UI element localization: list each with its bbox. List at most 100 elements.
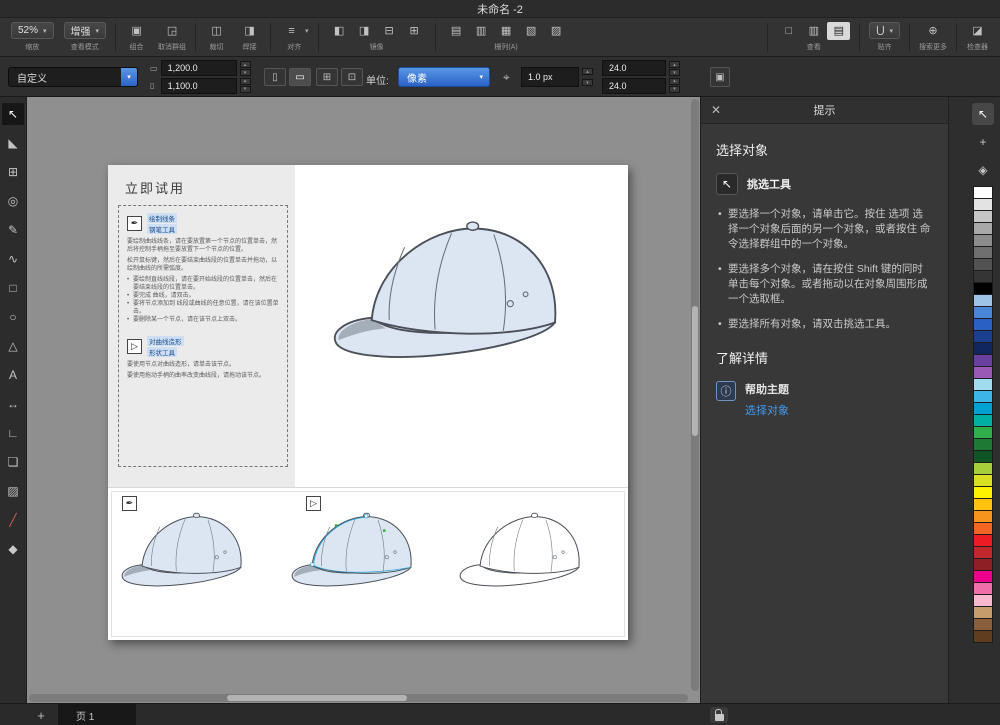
cap-artwork-area: [295, 165, 628, 487]
stepper-down[interactable]: ▾: [669, 85, 680, 93]
search-more-button[interactable]: ⊕: [922, 22, 945, 40]
shape-tool-icon[interactable]: ◣: [2, 132, 24, 154]
align-label: 对齐: [287, 44, 302, 51]
arrange-button-4[interactable]: ▧: [520, 22, 543, 40]
toolbar-separator: [767, 23, 769, 52]
arrange-button-2[interactable]: ▥: [470, 22, 493, 40]
mirror-button-4[interactable]: ⊞: [403, 22, 426, 40]
page-height-field[interactable]: 1,100.0: [160, 78, 237, 94]
arrange-label: 栅列(A): [494, 44, 518, 51]
search-more-group: ⊕ 搜索更多: [919, 21, 947, 52]
ellipse-tool-icon[interactable]: ○: [2, 306, 24, 328]
page-preset-select[interactable]: 自定义 ▾: [8, 67, 138, 87]
units-select[interactable]: 像素 ▾: [398, 67, 490, 87]
help-topic-label: 帮助主题: [745, 384, 789, 396]
ungroup-button[interactable]: ◲: [161, 22, 184, 40]
document-page[interactable]: 立即试用 ✒ 绘制线条 钢笔工具 要绘制曲线线条，请在要放置第一个节点的位置单击: [108, 165, 628, 640]
align-button[interactable]: ≡: [280, 22, 303, 40]
arrange-buttons: ▤ ▥ ▦ ▧ ▨: [445, 21, 568, 40]
arrange-button-1[interactable]: ▤: [445, 22, 468, 40]
page-border-button[interactable]: ▣: [710, 67, 730, 87]
palette-swatch[interactable]: [973, 630, 993, 643]
select-objects-link[interactable]: 选择对象: [745, 402, 789, 418]
close-icon[interactable]: ✕: [711, 103, 727, 117]
polygon-tool-icon[interactable]: △: [2, 335, 24, 357]
view-button-1[interactable]: □: [777, 22, 800, 40]
horizontal-scrollbar[interactable]: [29, 694, 688, 702]
current-page-button[interactable]: ⊡: [341, 68, 363, 86]
stepper-down[interactable]: ▾: [239, 69, 251, 77]
page-tab[interactable]: 页 1: [58, 704, 136, 725]
inspector-icon: ◪: [972, 25, 983, 37]
zoom-tool-icon[interactable]: ◎: [2, 190, 24, 212]
status-bar: + 页 1: [0, 703, 1000, 725]
crop-tool-icon[interactable]: ⊞: [2, 161, 24, 183]
docker-tabs: ↖ + ◈: [972, 103, 994, 181]
toolbar-separator: [909, 23, 910, 52]
stepper-down[interactable]: ▾: [239, 85, 251, 93]
all-pages-button[interactable]: ⊞: [316, 68, 338, 86]
connector-tool-icon[interactable]: ∟: [2, 422, 24, 444]
vertical-scrollbar[interactable]: [691, 99, 699, 691]
hints-bullets: 要选择一个对象，请单击它。按住 选项 选择一个对象后面的另一个对象，或者按住 命…: [716, 207, 933, 332]
nudge-field[interactable]: 1.0 px: [521, 67, 579, 87]
mirror-button-2[interactable]: ◨: [353, 22, 376, 40]
hint-bullet: 要选择一个对象，请单击它。按住 选项 选择一个对象后面的另一个对象，或者按住 命…: [716, 207, 933, 252]
hints-docker-icon[interactable]: ↖: [972, 103, 994, 125]
lock-button[interactable]: [710, 707, 728, 723]
stepper-down[interactable]: ▾: [582, 79, 593, 86]
magnet-icon: ⋃: [876, 25, 885, 36]
tutorial-text-line: 要绘制曲线线条，请在要放置第一个节点的位置单击，然后将控制手柄拖至要放置下一个节…: [127, 239, 278, 253]
text-tool-icon[interactable]: A: [2, 364, 24, 386]
trim-button[interactable]: ◫: [205, 22, 228, 40]
property-bar: 自定义 ▾ ▭ ▯ 1,200.0 1,100.0 ▴ ▾ ▴ ▾ ▯ ▭ ⊞ ⊡…: [0, 57, 1000, 97]
hint-bullet: 要选择多个对象，请在按住 Shift 键的同时单击每个对象。或者拖动以在对象周围…: [716, 262, 933, 307]
scrollbar-thumb[interactable]: [692, 306, 698, 437]
mirror-button-1[interactable]: ◧: [328, 22, 351, 40]
rectangle-tool-icon[interactable]: □: [2, 277, 24, 299]
combine-button[interactable]: ▣: [125, 22, 148, 40]
toolbar-separator: [956, 23, 957, 52]
weld-button[interactable]: ◨: [238, 22, 261, 40]
inspector-button[interactable]: ◪: [966, 22, 989, 40]
zoom-level-value: 52%: [18, 25, 39, 36]
page-width-field[interactable]: 1,200.0: [160, 60, 237, 76]
view-button-3[interactable]: ▤: [827, 21, 851, 40]
shadow-tool-icon[interactable]: ❏: [2, 451, 24, 473]
mirror-label: 镜像: [369, 44, 384, 51]
stepper-up[interactable]: ▴: [669, 61, 680, 68]
styles-docker-icon[interactable]: ◈: [972, 159, 994, 181]
eyedropper-tool-icon[interactable]: ╱: [2, 509, 24, 531]
nudge-block: 1.0 px ▴ ▾: [521, 67, 593, 87]
transform-docker-icon[interactable]: +: [972, 131, 994, 153]
stepper-up[interactable]: ▴: [239, 77, 251, 85]
add-page-button[interactable]: +: [32, 706, 50, 724]
duplicate-x-field[interactable]: 24.0: [602, 60, 666, 76]
mirror-button-3[interactable]: ⊟: [378, 22, 401, 40]
duplicate-y-field[interactable]: 24.0: [602, 78, 666, 94]
scrollbar-thumb[interactable]: [226, 695, 407, 701]
artistic-media-tool-icon[interactable]: ∿: [2, 248, 24, 270]
mirror-group: ◧ ◨ ⊟ ⊞ 镜像: [328, 21, 426, 52]
portrait-button[interactable]: ▯: [264, 68, 286, 86]
zoom-level-select[interactable]: 52% ▾: [11, 22, 54, 39]
landscape-button[interactable]: ▭: [289, 68, 311, 86]
stepper-down[interactable]: ▾: [669, 69, 680, 77]
curve-tool-icon[interactable]: ✎: [2, 219, 24, 241]
arrange-button-5[interactable]: ▨: [545, 22, 568, 40]
stepper-up[interactable]: ▴: [582, 68, 593, 75]
transparency-tool-icon[interactable]: ▨: [2, 480, 24, 502]
arrange-button-3[interactable]: ▦: [495, 22, 518, 40]
dimension-tool-icon[interactable]: ↔: [2, 393, 24, 415]
pick-tool-icon[interactable]: ↖: [2, 103, 24, 125]
view-button-2[interactable]: ▥: [802, 22, 825, 40]
tutorial-title: 立即试用: [125, 181, 186, 196]
canvas-area[interactable]: 立即试用 ✒ 绘制线条 钢笔工具 要绘制曲线线条，请在要放置第一个节点的位置单击: [27, 97, 700, 703]
lock-icon: [714, 708, 724, 721]
interactive-fill-tool-icon[interactable]: ◆: [2, 538, 24, 560]
stepper-up[interactable]: ▴: [239, 61, 251, 68]
snap-select[interactable]: ⋃ ▾: [869, 22, 900, 39]
stepper-up[interactable]: ▴: [669, 77, 680, 85]
tutorial-selection-box: ✒ 绘制线条 钢笔工具 要绘制曲线线条，请在要放置第一个节点的位置单击，然后将控…: [118, 205, 288, 467]
view-mode-select[interactable]: 增强 ▾: [63, 22, 107, 39]
